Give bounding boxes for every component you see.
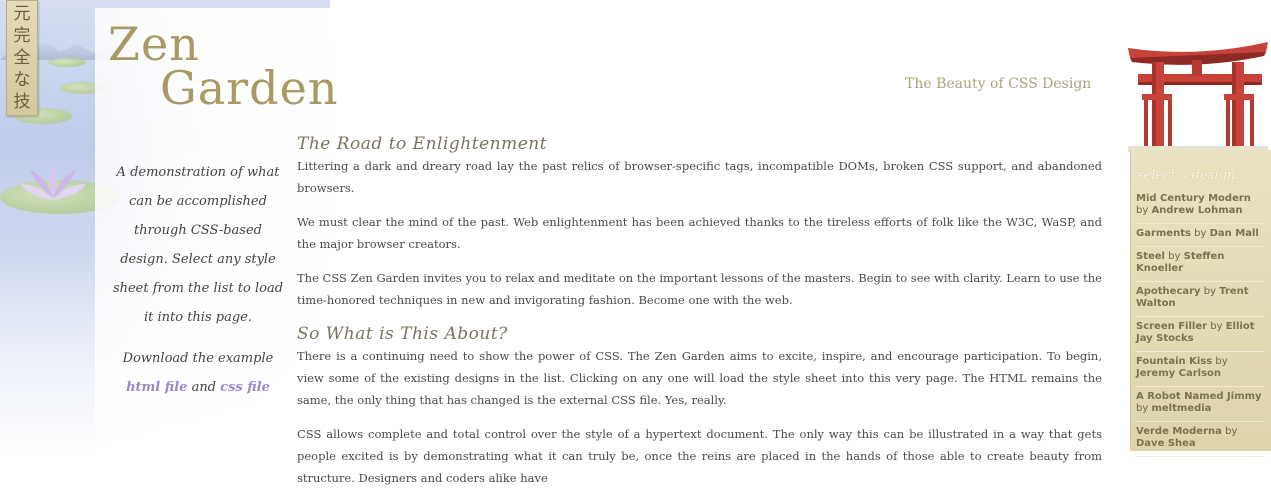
kanji-char: 全 — [13, 48, 31, 68]
design-title-link[interactable]: Screen Filler — [1136, 321, 1207, 332]
download-prefix: Download the example — [122, 351, 274, 366]
design-list-item: Screen Filler by Elliot Jay Stocks — [1136, 317, 1265, 352]
kanji-char: な — [13, 70, 31, 90]
by-label: by — [1203, 286, 1217, 297]
design-list-item: Fountain Kiss by Jeremy Carlson — [1136, 352, 1265, 387]
kanji-char: 完 — [13, 26, 31, 46]
design-selector-sidebar: select a design: Mid Century Modern by A… — [1130, 150, 1271, 457]
lotus-flower-icon — [20, 164, 86, 200]
main-content: The Road to Enlightenment Littering a da… — [297, 133, 1102, 501]
by-label: by — [1168, 251, 1181, 262]
site-tagline: The Beauty of CSS Design — [905, 76, 1092, 92]
site-logo: Zen Garden — [108, 17, 339, 115]
section-title: So What is This About? — [297, 324, 508, 344]
design-author-link[interactable]: Dave Shea — [1136, 438, 1196, 449]
section-paragraph: We must clear the mind of the past. Web … — [297, 215, 1102, 251]
css-file-link[interactable]: css file — [220, 380, 270, 395]
torii-gate-icon — [1128, 42, 1268, 152]
by-label: by — [1136, 403, 1149, 414]
logo-line-2: Garden — [160, 61, 339, 115]
design-title-link[interactable]: Mid Century Modern — [1136, 193, 1251, 204]
design-list-item: A Robot Named Jimmy by meltmedia — [1136, 387, 1265, 422]
design-title-link[interactable]: Garments — [1136, 228, 1191, 239]
by-label: by — [1136, 205, 1149, 216]
design-author-link[interactable]: Dan Mall — [1210, 228, 1259, 239]
design-list-item: Steel by Steffen Knoeller — [1136, 247, 1265, 282]
by-label: by — [1194, 228, 1207, 239]
design-list: Mid Century Modern by Andrew Lohman Garm… — [1130, 189, 1271, 457]
design-title-link[interactable]: Fountain Kiss — [1136, 356, 1212, 367]
design-list-item: Verde Moderna by Dave Shea — [1136, 422, 1265, 457]
design-list-item: Mid Century Modern by Andrew Lohman — [1136, 189, 1265, 224]
design-list-item: Apothecary by Trent Walton — [1136, 282, 1265, 317]
lily-pad — [48, 58, 86, 67]
kanji-banner: 元 完 全 な 技 — [6, 0, 38, 116]
by-label: by — [1210, 321, 1223, 332]
by-label: by — [1225, 426, 1238, 437]
kanji-char: 元 — [13, 4, 31, 24]
design-title-link[interactable]: A Robot Named Jimmy — [1136, 391, 1262, 402]
html-file-link[interactable]: html file — [126, 380, 187, 395]
design-author-link[interactable]: meltmedia — [1151, 403, 1211, 414]
design-list-item: Garments by Dan Mall — [1136, 224, 1265, 247]
design-author-link[interactable]: Andrew Lohman — [1151, 205, 1242, 216]
section-paragraph: CSS allows complete and total control ov… — [297, 427, 1102, 485]
design-title-link[interactable]: Apothecary — [1136, 286, 1201, 297]
section-paragraph: There is a continuing need to show the p… — [297, 349, 1102, 407]
download-section: Download the example html file and css f… — [112, 344, 284, 402]
section-paragraph: Littering a dark and dreary road lay the… — [297, 159, 1102, 195]
section-paragraph: The CSS Zen Garden invites you to relax … — [297, 271, 1102, 307]
section-title: The Road to Enlightenment — [297, 134, 548, 154]
kanji-char: 技 — [13, 92, 31, 112]
logo-line-1: Zen — [108, 17, 200, 71]
design-author-link[interactable]: Jeremy Carlson — [1136, 368, 1221, 379]
by-label: by — [1215, 356, 1228, 367]
download-and: and — [191, 380, 217, 395]
sidebar-heading: select a design: — [1137, 168, 1240, 183]
intro-text: A demonstration of what can be accomplis… — [112, 165, 284, 325]
design-title-link[interactable]: Verde Moderna — [1136, 426, 1222, 437]
design-title-link[interactable]: Steel — [1136, 251, 1165, 262]
